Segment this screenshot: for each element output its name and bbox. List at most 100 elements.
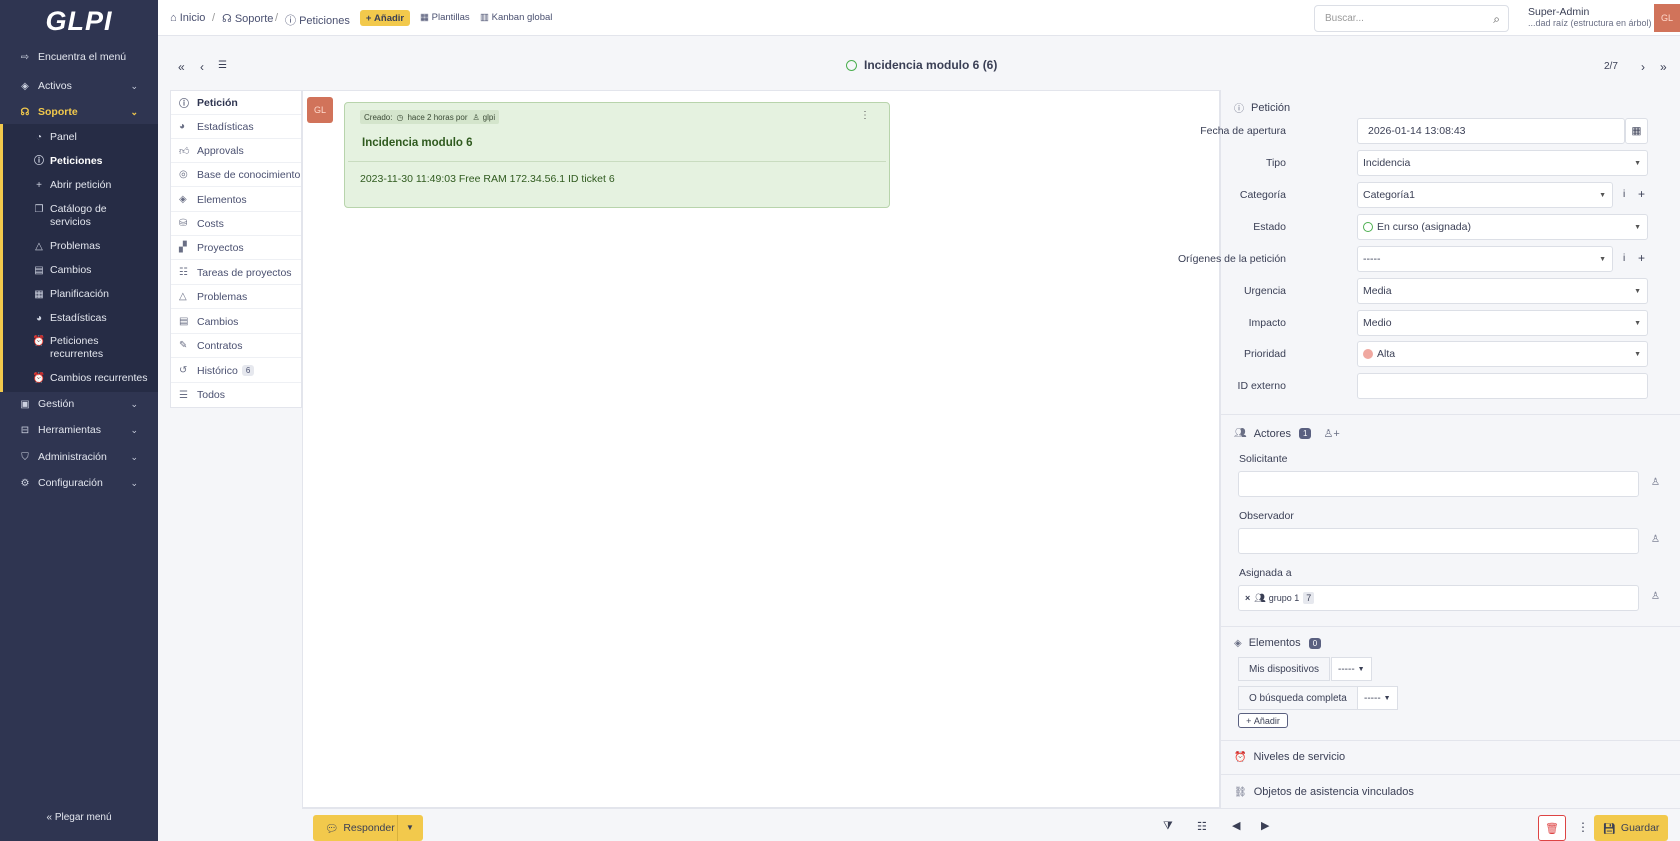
- sidebar-sub-tickets[interactable]: ⓘ Peticiones: [3, 155, 158, 168]
- tab-problems[interactable]: △ Problemas: [171, 285, 301, 309]
- first-item-button[interactable]: «: [178, 60, 185, 74]
- sidebar-item-management[interactable]: ▣ Gestión ⌄: [0, 392, 158, 416]
- section-linked-items-header[interactable]: ⛓ Objetos de asistencia vinculados: [1234, 786, 1414, 798]
- calendar-icon: ▦: [34, 289, 44, 300]
- sidebar-item-support[interactable]: ☊ Soporte ⌄: [0, 100, 158, 124]
- glpi-logo[interactable]: GLPI: [0, 6, 158, 37]
- section-items-header[interactable]: ◈ Elementos 0: [1234, 637, 1322, 649]
- created-by[interactable]: glpi: [483, 113, 495, 122]
- list-search-icon[interactable]: ☰: [218, 60, 227, 71]
- tab-knowledge-base[interactable]: ◎ Base de conocimiento: [171, 163, 301, 187]
- tab-projects[interactable]: ▞ Proyectos: [171, 236, 301, 260]
- delete-button[interactable]: 🗑︎: [1538, 815, 1566, 841]
- observer-field[interactable]: [1238, 528, 1639, 554]
- save-icon: 💾︎: [1602, 822, 1616, 835]
- add-user-icon[interactable]: ♙+: [1323, 427, 1339, 440]
- urgency-select[interactable]: Media ▼: [1357, 278, 1648, 304]
- sidebar-sub-service-catalog[interactable]: ❐ Catálogo de servicios: [3, 203, 133, 229]
- divider: [1220, 626, 1680, 627]
- collapse-menu-button[interactable]: « Plegar menú: [0, 812, 158, 823]
- user-icon[interactable]: ♙: [1651, 591, 1660, 602]
- section-ticket-header[interactable]: ⓘ Petición: [1234, 100, 1290, 116]
- search-input[interactable]: Buscar... ⌕: [1314, 5, 1509, 32]
- priority-select[interactable]: Alta ▼: [1357, 341, 1648, 367]
- sidebar-item-administration[interactable]: ⛉ Administración ⌄: [0, 445, 158, 469]
- external-id-field[interactable]: [1357, 373, 1648, 399]
- tab-history[interactable]: ↺ Histórico 6: [171, 359, 301, 383]
- add-button[interactable]: + Añadir: [360, 10, 410, 26]
- type-select[interactable]: Incidencia ▼: [1357, 150, 1648, 176]
- sidebar-item-assets[interactable]: ◈ Activos ⌄: [0, 74, 158, 98]
- status-select[interactable]: En curso (asignada) ▼: [1357, 214, 1648, 240]
- sidebar-sub-changes[interactable]: ▤ Cambios: [3, 264, 158, 277]
- tab-label: Elementos: [197, 193, 247, 206]
- my-devices-select[interactable]: ----- ▼: [1331, 657, 1372, 681]
- add-category-button[interactable]: +: [1638, 187, 1645, 201]
- sidebar-item-label: Activos: [38, 80, 72, 92]
- tab-contracts[interactable]: ✎ Contratos: [171, 334, 301, 358]
- templates-link[interactable]: ▦ Plantillas: [420, 12, 470, 23]
- breadcrumb-label: Soporte: [234, 13, 274, 25]
- user-icon[interactable]: ♙: [1651, 477, 1660, 488]
- reply-dropdown-caret-icon[interactable]: ▼: [406, 823, 414, 832]
- sidebar-sub-dashboard[interactable]: ◔ Panel: [3, 131, 158, 144]
- tab-statistics[interactable]: ◕ Estadísticas: [171, 115, 301, 139]
- sidebar-sub-statistics[interactable]: ◕ Estadísticas: [3, 312, 158, 325]
- category-select[interactable]: Categoría1 ▼: [1357, 182, 1613, 208]
- sidebar-item-tools[interactable]: ⊟ Herramientas ⌄: [0, 418, 158, 442]
- calendar-picker-button[interactable]: ▦: [1625, 118, 1648, 144]
- tab-changes[interactable]: ▤ Cambios: [171, 310, 301, 334]
- tab-approvals[interactable]: 👍︎ Approvals: [171, 139, 301, 163]
- request-source-select[interactable]: ----- ▼: [1357, 246, 1613, 272]
- sidebar-item-configuration[interactable]: ⚙ Configuración ⌄: [0, 471, 158, 495]
- info-icon[interactable]: i: [1623, 189, 1625, 200]
- user-name[interactable]: Super-Admin: [1528, 6, 1589, 18]
- user-icon[interactable]: ♙: [1651, 534, 1660, 545]
- user-entity[interactable]: ...dad raíz (estructura en árbol): [1528, 18, 1652, 28]
- avatar[interactable]: GL: [1654, 4, 1680, 32]
- add-source-button[interactable]: +: [1638, 251, 1645, 265]
- sidebar-sub-recurrent-changes[interactable]: ⏰ Cambios recurrentes: [3, 372, 158, 385]
- next-ticket-icon[interactable]: ▶: [1261, 819, 1269, 832]
- remove-tag-icon[interactable]: ×: [1245, 593, 1250, 603]
- tab-project-tasks[interactable]: ☷ Tareas de proyectos: [171, 261, 301, 285]
- divider: [397, 815, 398, 841]
- find-menu-button[interactable]: ⇨ Encuentra el menú: [0, 45, 158, 69]
- headset-icon: ☊: [222, 13, 232, 25]
- plus-icon: +: [1246, 715, 1254, 726]
- breadcrumb-support[interactable]: ☊ Soporte: [222, 12, 273, 25]
- tab-costs[interactable]: ⛁ Costs: [171, 212, 301, 236]
- info-icon[interactable]: i: [1623, 253, 1625, 264]
- section-actors-header[interactable]: 👥︎ Actores 1 ♙+: [1234, 427, 1340, 441]
- section-service-levels-header[interactable]: ⏰ Niveles de servicio: [1234, 751, 1345, 763]
- breadcrumb-tickets[interactable]: ⓘ Peticiones: [285, 12, 350, 28]
- previous-item-button[interactable]: ‹: [200, 60, 204, 74]
- tab-all[interactable]: ☰ Todos: [171, 383, 301, 407]
- gauge-icon: ◔: [35, 132, 43, 143]
- timeline-item-menu-icon[interactable]: ⋮: [860, 110, 870, 121]
- history-icon: ↺: [179, 365, 188, 376]
- next-item-button[interactable]: ›: [1641, 60, 1645, 74]
- save-button[interactable]: 💾︎ Guardar: [1594, 815, 1668, 841]
- more-actions-icon[interactable]: ⋮: [1577, 820, 1589, 834]
- sidebar-sub-label: Problemas: [50, 240, 101, 252]
- breadcrumb-home[interactable]: ⌂ Inicio: [170, 12, 205, 24]
- opening-date-field[interactable]: 2026-01-14 13:08:43: [1357, 118, 1625, 144]
- full-search-select[interactable]: ----- ▼: [1357, 686, 1398, 710]
- sidebar-sub-problems[interactable]: △ Problemas: [3, 240, 158, 253]
- assigned-field[interactable]: × 👥︎ grupo 1 7: [1238, 585, 1639, 611]
- add-item-button[interactable]: + Añadir: [1238, 713, 1288, 728]
- sidebar-sub-planning[interactable]: ▦ Planificación: [3, 288, 158, 301]
- previous-ticket-icon[interactable]: ◀: [1232, 819, 1240, 832]
- tab-ticket[interactable]: ⓘ Petición: [171, 91, 301, 115]
- global-kanban-link[interactable]: ▥ Kanban global: [480, 12, 552, 23]
- requester-field[interactable]: [1238, 471, 1639, 497]
- impact-select[interactable]: Medio ▼: [1357, 310, 1648, 336]
- caret-down-icon: ▼: [1634, 351, 1641, 358]
- tab-items[interactable]: ◈ Elementos: [171, 188, 301, 212]
- sidebar-sub-open-ticket[interactable]: + Abrir petición: [3, 179, 158, 192]
- list-check-icon[interactable]: ☷: [1197, 820, 1207, 833]
- filter-icon[interactable]: ⧩: [1163, 820, 1173, 833]
- sidebar-sub-recurrent-tickets[interactable]: ⏰ Peticiones recurrentes: [3, 335, 133, 361]
- last-item-button[interactable]: »: [1660, 60, 1667, 74]
